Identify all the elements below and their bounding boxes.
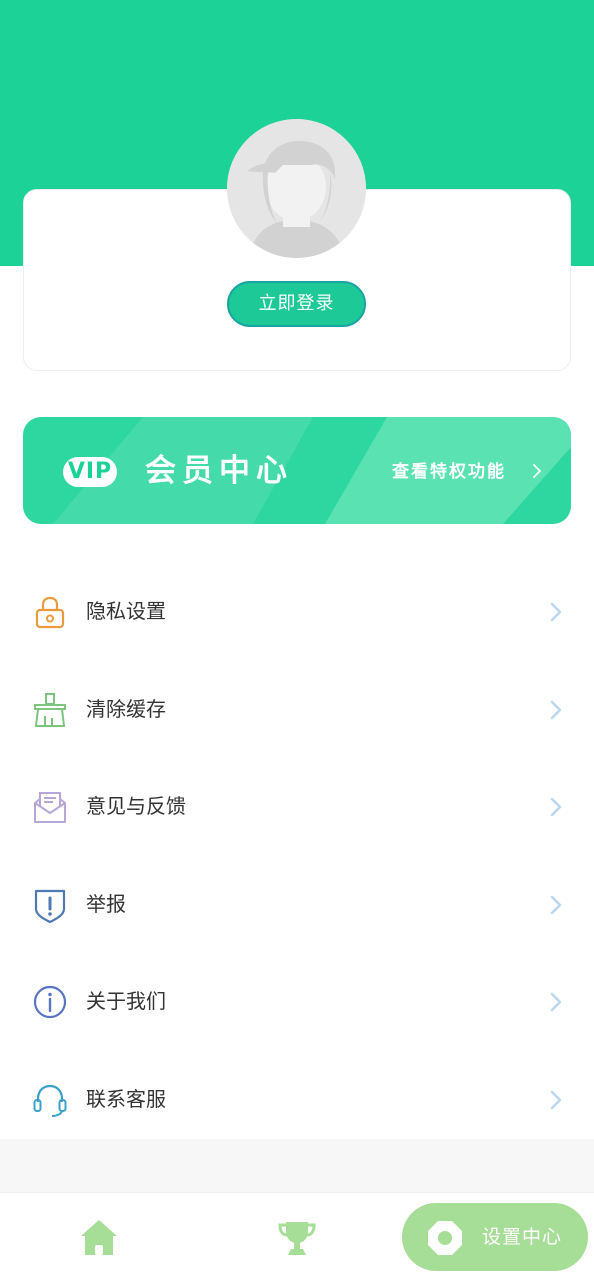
- vip-privilege-link[interactable]: 查看特权功能: [392, 459, 506, 485]
- menu-item-privacy[interactable]: 隐私设置: [0, 562, 594, 660]
- menu-item-feedback[interactable]: 意见与反馈: [0, 757, 594, 855]
- menu-item-label: 关于我们: [86, 989, 166, 1013]
- headset-icon: [33, 1084, 67, 1117]
- chevron-right-icon: [550, 992, 562, 1012]
- avatar[interactable]: [227, 119, 366, 258]
- info-icon: [33, 985, 67, 1019]
- envelope-icon: [34, 792, 66, 823]
- chevron-right-icon: [550, 602, 562, 622]
- chevron-right-icon: [550, 895, 562, 914]
- bottom-tab-bar: 设置中心: [0, 1192, 594, 1280]
- tab-settings-center[interactable]: 设置中心: [402, 1203, 588, 1271]
- login-button[interactable]: 立即登录: [227, 281, 366, 327]
- menu-item-report[interactable]: 举报: [0, 855, 594, 953]
- menu-item-label: 隐私设置: [86, 599, 166, 623]
- vip-badge: VIP: [63, 457, 117, 487]
- lock-icon: [35, 596, 65, 629]
- vip-center-card[interactable]: VIP 会员中心 查看特权功能: [23, 417, 571, 524]
- menu-item-label: 举报: [86, 891, 126, 916]
- menu-item-clear-cache[interactable]: 清除缓存: [0, 660, 594, 758]
- my-page: 立即登录 VIP 会员中心 查看特权功能 隐私设置 清除缓存 意见与反馈 举报 …: [0, 0, 594, 1280]
- menu-item-label: 清除缓存: [86, 696, 166, 721]
- broom-icon: [34, 692, 66, 727]
- default-avatar-icon: [227, 119, 366, 258]
- home-icon[interactable]: [78, 1217, 120, 1259]
- vip-title: 会员中心: [145, 453, 293, 489]
- menu-item-label: 联系客服: [86, 1086, 166, 1111]
- gear-icon: [428, 1221, 462, 1255]
- shield-alert-icon: [34, 889, 66, 923]
- section-spacer: [0, 1139, 594, 1192]
- chevron-right-icon: [550, 1090, 562, 1109]
- chevron-right-icon: [550, 700, 562, 719]
- menu-item-customer-service[interactable]: 联系客服: [0, 1050, 594, 1148]
- menu-item-about[interactable]: 关于我们: [0, 952, 594, 1050]
- settings-menu: 隐私设置 清除缓存 意见与反馈 举报 关于我们 联系客服: [0, 562, 594, 1147]
- menu-item-label: 意见与反馈: [86, 794, 186, 818]
- tab-settings-label: 设置中心: [482, 1226, 563, 1248]
- chevron-right-icon: [550, 797, 562, 817]
- chevron-right-icon: [533, 464, 541, 478]
- trophy-icon[interactable]: [276, 1217, 318, 1259]
